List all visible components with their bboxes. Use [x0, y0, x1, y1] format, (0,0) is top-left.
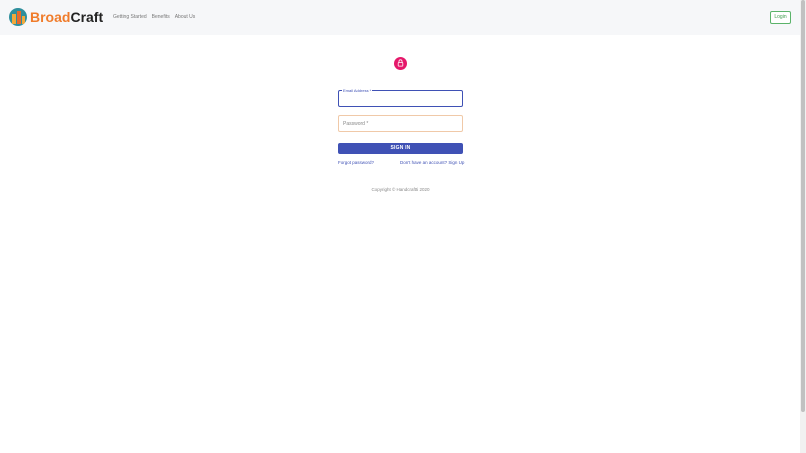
- nav-getting-started[interactable]: Getting Started: [113, 14, 147, 21]
- main-nav: Getting Started Benefits About Us: [113, 14, 195, 21]
- email-field[interactable]: Email Address *: [338, 88, 463, 107]
- scrollbar-thumb[interactable]: [801, 0, 805, 412]
- password-input[interactable]: [339, 116, 462, 131]
- top-navbar: BroadCraft Getting Started Benefits Abou…: [0, 0, 800, 35]
- brand-name-part2: Craft: [70, 9, 104, 25]
- sign-in-button[interactable]: SIGN IN: [338, 143, 463, 154]
- lock-icon: [397, 59, 404, 67]
- sign-up-link[interactable]: Don't have an account? Sign Up: [400, 160, 464, 166]
- login-page: BroadCraft Getting Started Benefits Abou…: [0, 0, 806, 453]
- login-button[interactable]: Login: [770, 11, 791, 24]
- lock-avatar: [394, 57, 407, 70]
- password-field[interactable]: Password *: [338, 115, 463, 132]
- nav-about-us[interactable]: About Us: [175, 14, 196, 21]
- email-input[interactable]: [339, 91, 462, 106]
- copyright-text: Copyright © Handcraftti 2020: [371, 187, 430, 192]
- buildings-logo-icon[interactable]: [9, 8, 27, 26]
- page-scrollbar[interactable]: [800, 0, 806, 453]
- brand-name[interactable]: BroadCraft: [30, 9, 103, 25]
- brand-name-part1: Broad: [30, 9, 71, 25]
- forgot-password-link[interactable]: Forgot password?: [338, 160, 374, 166]
- nav-benefits[interactable]: Benefits: [152, 14, 170, 21]
